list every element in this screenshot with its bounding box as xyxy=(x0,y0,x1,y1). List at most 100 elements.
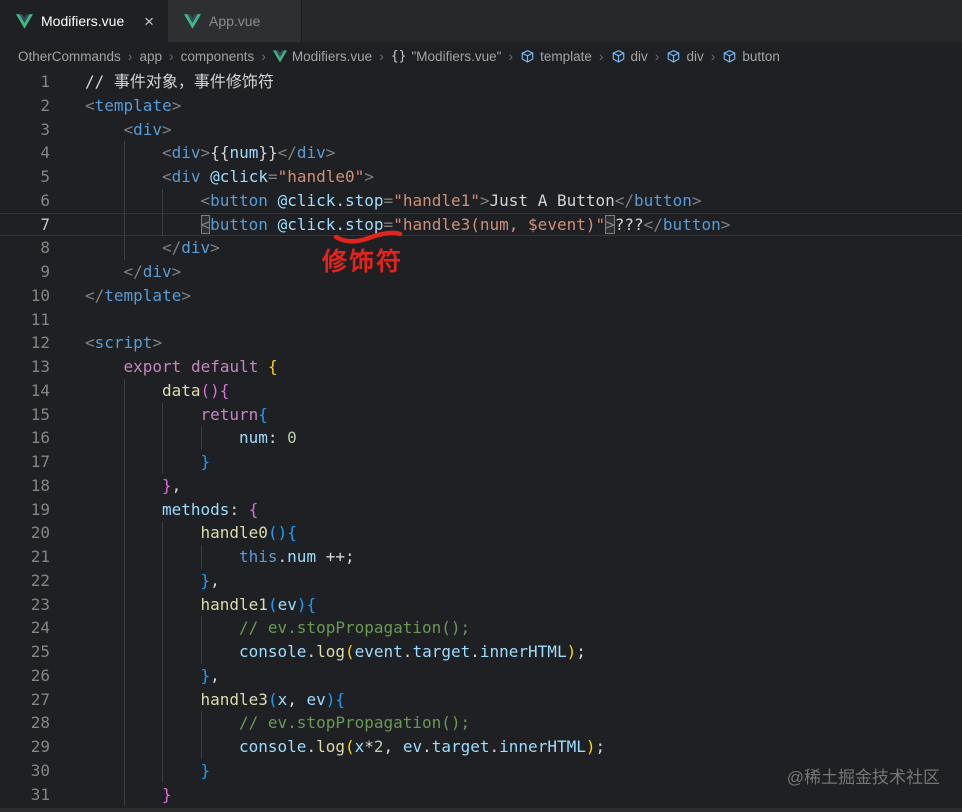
cube-icon xyxy=(611,49,626,64)
code-line-12[interactable]: 12 <script> xyxy=(0,331,962,355)
code-line-27[interactable]: 27 handle3(x, ev){ xyxy=(0,687,962,712)
code-line-5[interactable]: 5 <div @click="handle0"> xyxy=(0,165,962,189)
indent-guide xyxy=(162,640,201,664)
vue-icon xyxy=(16,13,33,29)
code-token: "handle0" xyxy=(277,167,365,186)
indent-guide xyxy=(162,711,201,735)
code-token: (){ xyxy=(200,380,230,400)
code-text: <div @click="handle0"> xyxy=(85,165,374,189)
code-token: > xyxy=(720,214,731,234)
indent-guide xyxy=(162,758,201,783)
breadcrumb-item-div[interactable]: div xyxy=(611,49,648,64)
breadcrumb-item-button[interactable]: button xyxy=(722,49,780,64)
code-token: = xyxy=(383,214,394,234)
code-line-21[interactable]: 21 this.num ++; xyxy=(0,545,962,569)
code-line-9[interactable]: 9 </div> xyxy=(0,260,962,284)
code-line-19[interactable]: 19 methods: { xyxy=(0,497,962,522)
code-line-16[interactable]: 16 num: 0 xyxy=(0,426,962,450)
code-line-4[interactable]: 4 <div>{{num}}</div> xyxy=(0,141,962,165)
code-token: "handle3(num, $event)" xyxy=(393,214,606,234)
code-token: </ xyxy=(162,238,182,258)
code-line-3[interactable]: 3 <div> xyxy=(0,118,962,142)
code-token: } xyxy=(200,452,211,471)
code-line-13[interactable]: 13 export default { xyxy=(0,355,962,379)
code-token: ){ xyxy=(296,594,317,614)
code-line-28[interactable]: 28 // ev.stopPropagation(); xyxy=(0,711,962,735)
cube-icon xyxy=(666,49,681,64)
code-token: . xyxy=(306,737,317,756)
code-token: } xyxy=(200,570,211,590)
indent-guide xyxy=(123,711,163,735)
breadcrumb-item-app[interactable]: app xyxy=(139,49,162,64)
indent-guide xyxy=(162,426,201,450)
breadcrumb-item-othercommands[interactable]: OtherCommands xyxy=(18,49,121,64)
indent-guide xyxy=(123,473,163,498)
code-line-14[interactable]: 14 data(){ xyxy=(0,378,962,403)
code-token: < xyxy=(162,143,172,163)
code-line-15[interactable]: 15 return{ xyxy=(0,402,962,427)
line-number: 23 xyxy=(30,594,50,614)
code-line-10[interactable]: 10 </template> xyxy=(0,284,962,308)
code-token: x xyxy=(354,737,365,756)
code-token: // ev.stopPropagation(); xyxy=(239,618,471,638)
vue-icon xyxy=(272,49,287,63)
breadcrumb-item-template[interactable]: template xyxy=(520,49,592,64)
code-line-1[interactable]: 1 // 事件对象，事件修饰符 xyxy=(0,70,962,94)
code-token: { xyxy=(248,499,259,519)
breadcrumb-item--modifiers-vue-[interactable]: {} "Modifiers.vue" xyxy=(391,49,502,64)
code-token: > xyxy=(605,214,615,234)
breadcrumb-label: "Modifiers.vue" xyxy=(411,48,502,64)
code-line-25[interactable]: 25 console.log(event.target.innerHTML); xyxy=(0,640,962,664)
line-number: 8 xyxy=(40,238,50,258)
code-token: methods xyxy=(162,499,230,519)
code-line-18[interactable]: 18}, xyxy=(0,473,962,498)
close-icon[interactable]: × xyxy=(142,13,156,30)
code-token: = xyxy=(383,190,394,210)
code-line-22[interactable]: 22}, xyxy=(0,568,962,593)
code-text: return{ xyxy=(85,402,268,427)
code-line-20[interactable]: 20 handle0(){ xyxy=(0,521,962,545)
code-line-24[interactable]: 24 // ev.stopPropagation(); xyxy=(0,616,962,640)
indent-guide xyxy=(123,212,163,237)
code-area[interactable]: 1// 事件对象，事件修饰符 2 < template > 3 <div> 4 <div>{{n… xyxy=(0,70,962,807)
code-token: template xyxy=(104,285,182,305)
code-token: ) xyxy=(585,737,596,756)
cube-icon xyxy=(520,49,535,64)
code-line-23[interactable]: 23 handle1(ev){ xyxy=(0,592,962,617)
code-line-6[interactable]: 6 <button @click.stop="handle1">Just A Bu… xyxy=(0,188,962,213)
code-token: < xyxy=(85,95,95,115)
tab-label: Modifiers.vue xyxy=(41,13,125,29)
code-text: export default { xyxy=(85,355,278,379)
vscode-window: Modifiers.vue × App.vue OtherCommands › ap… xyxy=(0,0,962,812)
code-line-7[interactable]: 7 <button @click.stop="handle3(num, $even… xyxy=(0,212,962,237)
tab-app-vue[interactable]: App.vue xyxy=(168,0,302,42)
code-token: div xyxy=(171,143,201,163)
code-line-8[interactable]: 8 </div> xyxy=(0,236,962,260)
indent-guide xyxy=(123,188,163,213)
code-token: { xyxy=(258,404,268,424)
code-line-29[interactable]: 29 console.log(x*2, ev.target.innerHTML); xyxy=(0,735,962,759)
breadcrumb-label: Modifiers.vue xyxy=(291,48,373,64)
breadcrumb-item-modifiers-vue[interactable]: Modifiers.vue xyxy=(272,48,373,64)
code-token: div xyxy=(181,238,211,258)
code-token: script xyxy=(94,333,153,353)
indent-guide xyxy=(162,663,201,688)
line-number: 2 xyxy=(40,95,50,115)
indent-guide xyxy=(200,616,240,640)
code-line-2[interactable]: 2 <template> xyxy=(0,94,962,118)
indent-guide xyxy=(123,165,163,189)
indent-guide xyxy=(123,450,163,474)
code-line-17[interactable]: 17} xyxy=(0,450,962,474)
breadcrumb-item-components[interactable]: components xyxy=(181,49,255,64)
code-line-11[interactable]: 11 xyxy=(0,308,962,332)
tab-modifiers-vue[interactable]: Modifiers.vue × xyxy=(0,0,168,42)
code-line-26[interactable]: 26}, xyxy=(0,663,962,688)
breadcrumb-item-div[interactable]: div xyxy=(666,49,704,64)
